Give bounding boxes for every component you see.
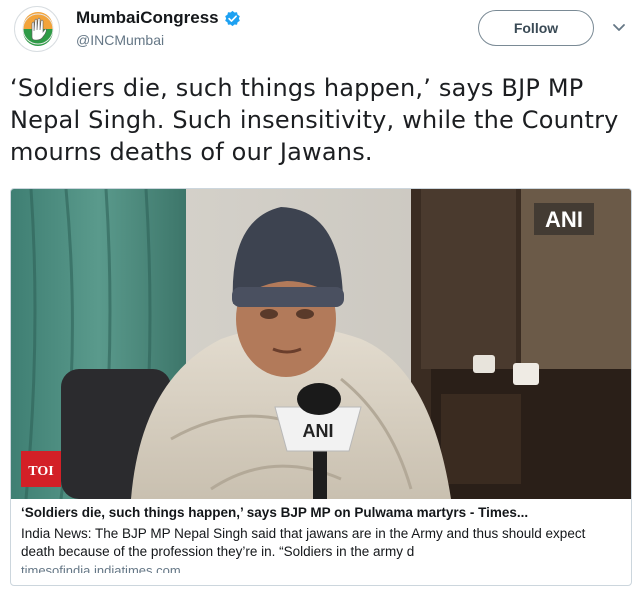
congress-hand-logo-icon [22,12,54,46]
toi-badge: TOI [28,464,53,479]
chevron-down-icon[interactable] [612,20,626,34]
display-name[interactable]: MumbaiCongress [76,8,219,28]
tweet-header: MumbaiCongress @INCMumbai Follow [0,0,640,64]
account-handle[interactable]: @INCMumbai [76,32,164,48]
card-title[interactable]: ‘Soldiers die, such things happen,’ says… [21,505,621,520]
tweet-text: ‘Soldiers die, such things happen,’ says… [10,74,619,166]
follow-button[interactable]: Follow [478,10,594,46]
ani-watermark: ANI [545,207,583,232]
card-image[interactable]: ANI ANI TOI [11,189,631,500]
card-body[interactable]: ‘Soldiers die, such things happen,’ says… [11,499,631,585]
mic-label: ANI [303,421,334,441]
verified-badge-icon [224,10,240,26]
card-domain[interactable]: timesofindia.indiatimes.com [21,563,621,573]
account-avatar[interactable] [14,6,60,52]
link-card[interactable]: ANI ANI TOI ‘Soldiers die, such things h… [10,188,632,586]
name-row: MumbaiCongress [76,8,241,28]
card-description: India News: The BJP MP Nepal Singh said … [21,526,586,559]
news-photo: ANI ANI TOI [11,189,631,500]
